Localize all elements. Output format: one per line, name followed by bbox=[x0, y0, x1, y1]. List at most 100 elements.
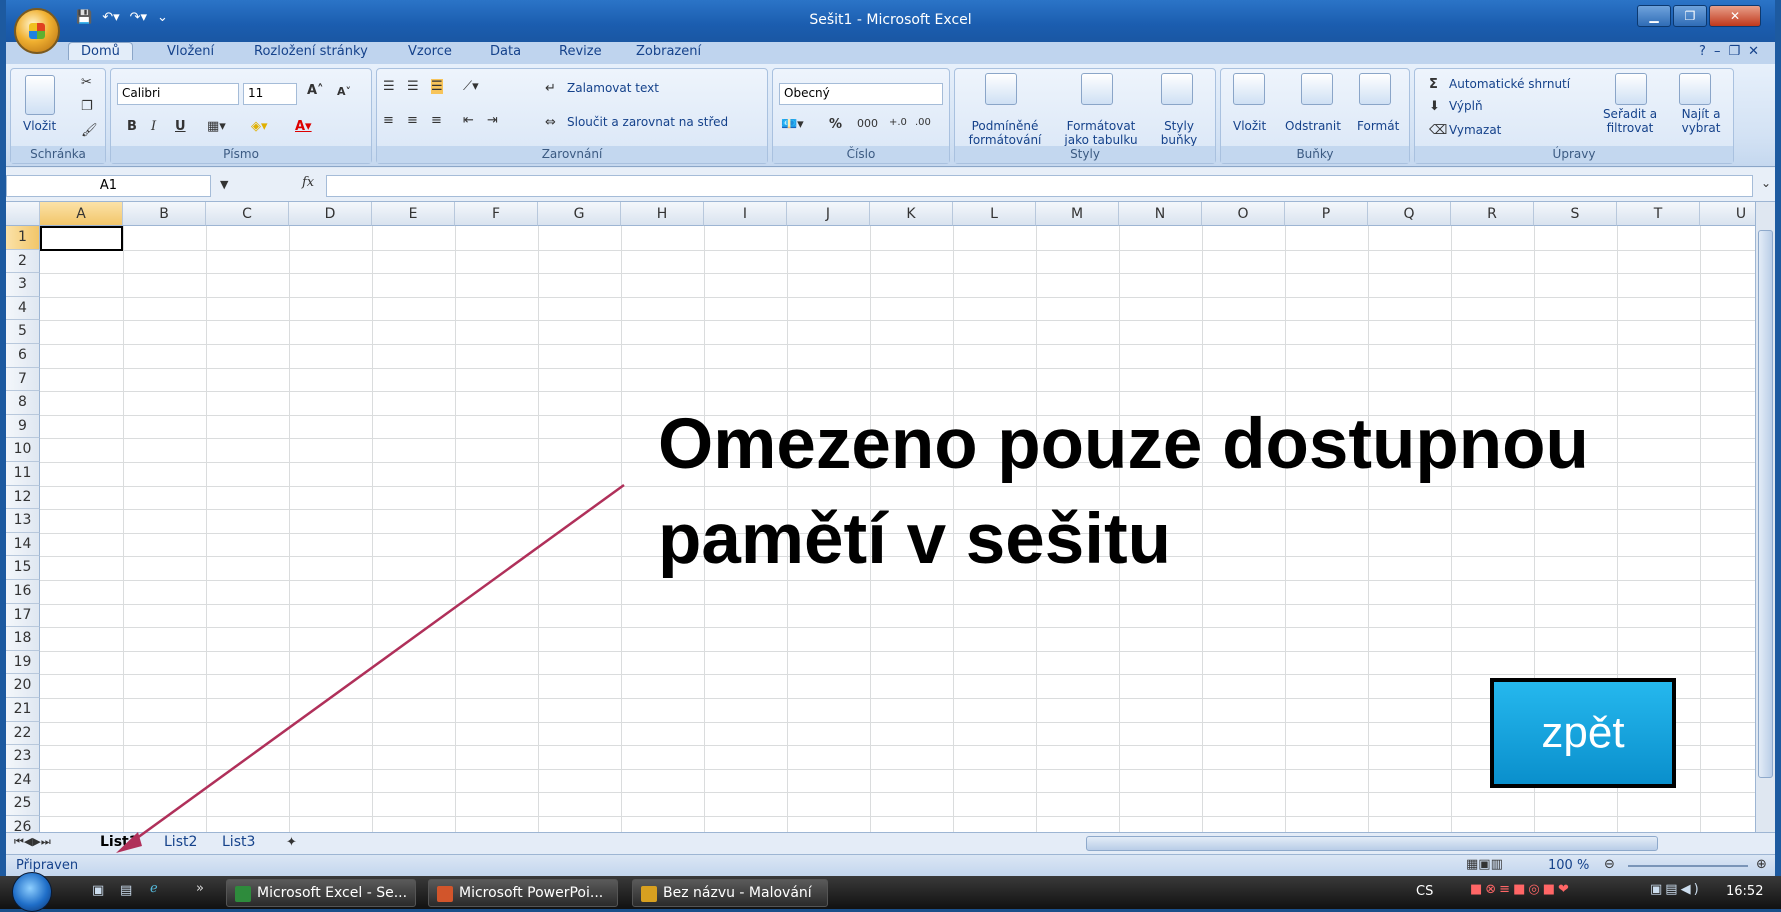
increase-indent-icon[interactable]: ⇥ bbox=[487, 113, 498, 128]
horizontal-scroll-thumb[interactable] bbox=[1086, 836, 1658, 851]
tray-icons[interactable]: ■⊗≡■◎■❤ bbox=[1470, 882, 1572, 897]
column-header[interactable]: R bbox=[1451, 202, 1534, 226]
column-header[interactable]: N bbox=[1119, 202, 1202, 226]
percent-button[interactable]: % bbox=[829, 117, 842, 132]
zoom-in-icon[interactable]: ⊕ bbox=[1756, 857, 1767, 872]
active-cell[interactable] bbox=[40, 226, 123, 251]
zoom-slider[interactable] bbox=[1628, 865, 1748, 867]
tab-formulas[interactable]: Vzorce bbox=[408, 44, 452, 59]
row-header[interactable]: 2 bbox=[6, 249, 40, 274]
decrease-indent-icon[interactable]: ⇤ bbox=[463, 113, 474, 128]
minimize-button[interactable]: ▁ bbox=[1637, 5, 1671, 27]
column-header[interactable]: K bbox=[870, 202, 953, 226]
paste-button[interactable]: Vložit bbox=[23, 119, 56, 133]
column-header[interactable]: G bbox=[538, 202, 621, 226]
tab-home[interactable]: Domů bbox=[68, 42, 133, 60]
align-middle-icon[interactable]: ☰ bbox=[407, 79, 419, 94]
overflow-chevron-icon[interactable]: » bbox=[196, 881, 204, 896]
tab-review[interactable]: Revize bbox=[559, 44, 602, 59]
browser-icon[interactable]: ℯ bbox=[150, 881, 158, 896]
format-cells-button[interactable]: Formát bbox=[1357, 119, 1399, 133]
find-select-button[interactable]: Najít a vybrat bbox=[1673, 107, 1729, 135]
name-box[interactable]: A1 bbox=[6, 175, 211, 197]
sort-filter-button[interactable]: Seřadit a filtrovat bbox=[1597, 107, 1663, 135]
row-header[interactable]: 4 bbox=[6, 296, 40, 321]
tab-insert[interactable]: Vložení bbox=[167, 44, 214, 59]
column-header[interactable]: B bbox=[123, 202, 206, 226]
increase-decimal-icon[interactable]: +.0 bbox=[889, 117, 907, 128]
cut-icon[interactable]: ✂ bbox=[81, 75, 92, 90]
row-header[interactable]: 12 bbox=[6, 485, 40, 510]
tray-system-icons[interactable]: ▣▤◀) bbox=[1650, 882, 1702, 897]
start-button[interactable] bbox=[12, 872, 52, 912]
cell-styles-button[interactable]: Styly buňky bbox=[1153, 119, 1205, 147]
fx-icon[interactable]: fx bbox=[302, 175, 314, 190]
tab-view[interactable]: Zobrazení bbox=[636, 44, 701, 59]
sheet-tab-list2[interactable]: List2 bbox=[164, 834, 197, 850]
row-header[interactable]: 22 bbox=[6, 721, 40, 746]
column-header[interactable]: H bbox=[621, 202, 704, 226]
row-header[interactable]: 8 bbox=[6, 391, 40, 415]
decrease-decimal-icon[interactable]: .00 bbox=[915, 117, 931, 128]
quick-launch-icon[interactable]: ▤ bbox=[120, 883, 132, 898]
fill-color-icon[interactable]: ◈▾ bbox=[251, 119, 268, 134]
paste-icon[interactable] bbox=[25, 75, 55, 115]
format-as-table-button[interactable]: Formátovat jako tabulku bbox=[1055, 119, 1147, 147]
shrink-font-icon[interactable]: A˅ bbox=[337, 85, 351, 98]
row-header[interactable]: 25 bbox=[6, 792, 40, 816]
formula-input[interactable] bbox=[326, 175, 1753, 197]
row-header[interactable]: 6 bbox=[6, 344, 40, 368]
back-button[interactable]: zpět bbox=[1490, 678, 1676, 788]
sheet-tab-list3[interactable]: List3 bbox=[222, 834, 255, 850]
thousands-separator-button[interactable]: 000 bbox=[857, 117, 878, 130]
row-header[interactable]: 15 bbox=[6, 556, 40, 580]
view-buttons-icon[interactable]: ▦▣▥ bbox=[1466, 857, 1503, 872]
row-header[interactable]: 5 bbox=[6, 320, 40, 344]
taskbar-item-excel[interactable]: Microsoft Excel - Se... bbox=[226, 879, 416, 907]
column-header[interactable]: E bbox=[372, 202, 455, 226]
column-header[interactable]: C bbox=[206, 202, 289, 226]
orientation-icon[interactable]: ⟋▾ bbox=[463, 79, 479, 94]
sheet-tab-list1[interactable]: List1 bbox=[100, 834, 139, 850]
row-header[interactable]: 1 bbox=[6, 226, 40, 250]
taskbar-item-powerpoint[interactable]: Microsoft PowerPoi... bbox=[428, 879, 618, 907]
column-header[interactable]: J bbox=[787, 202, 870, 226]
vertical-scroll-thumb[interactable] bbox=[1758, 230, 1773, 778]
clear-button[interactable]: Vymazat bbox=[1449, 123, 1501, 137]
row-header[interactable]: 24 bbox=[6, 768, 40, 793]
row-header[interactable]: 9 bbox=[6, 414, 40, 439]
column-header[interactable]: A bbox=[40, 202, 123, 226]
align-center-icon[interactable]: ≡ bbox=[407, 113, 418, 128]
align-left-icon[interactable]: ≡ bbox=[383, 113, 394, 128]
borders-icon[interactable]: ▦▾ bbox=[207, 119, 226, 134]
tab-page-layout[interactable]: Rozložení stránky bbox=[254, 44, 368, 59]
maximize-button[interactable]: ❐ bbox=[1673, 5, 1707, 27]
column-header[interactable]: P bbox=[1285, 202, 1368, 226]
accounting-format-icon[interactable]: 💶▾ bbox=[781, 117, 804, 132]
column-header[interactable]: D bbox=[289, 202, 372, 226]
row-header[interactable]: 10 bbox=[6, 438, 40, 462]
autosum-button[interactable]: Automatické shrnutí bbox=[1449, 77, 1570, 91]
number-format-dropdown[interactable]: Obecný bbox=[779, 83, 943, 105]
row-header[interactable]: 17 bbox=[6, 603, 40, 628]
fill-button[interactable]: Výplň bbox=[1449, 99, 1483, 113]
align-bottom-icon[interactable]: ☰ bbox=[431, 79, 443, 94]
column-header[interactable]: F bbox=[455, 202, 538, 226]
new-sheet-icon[interactable]: ✦ bbox=[286, 835, 297, 850]
expand-formula-icon[interactable]: ⌄ bbox=[1761, 176, 1771, 190]
column-header[interactable]: O bbox=[1202, 202, 1285, 226]
row-header[interactable]: 21 bbox=[6, 698, 40, 722]
row-header[interactable]: 13 bbox=[6, 509, 40, 533]
name-box-dropdown-icon[interactable]: ▼ bbox=[220, 178, 228, 191]
align-top-icon[interactable]: ☰ bbox=[383, 79, 395, 94]
bold-button[interactable]: B bbox=[127, 119, 137, 134]
row-header[interactable]: 11 bbox=[6, 462, 40, 486]
row-header[interactable]: 19 bbox=[6, 650, 40, 675]
conditional-formatting-button[interactable]: Podmíněné formátování bbox=[959, 119, 1051, 147]
row-header[interactable]: 16 bbox=[6, 580, 40, 604]
tab-data[interactable]: Data bbox=[490, 44, 521, 59]
font-name-dropdown[interactable]: Calibri bbox=[117, 83, 239, 105]
language-indicator[interactable]: CS bbox=[1416, 884, 1433, 899]
row-header[interactable]: 3 bbox=[6, 273, 40, 297]
copy-icon[interactable]: ❐ bbox=[81, 99, 93, 114]
